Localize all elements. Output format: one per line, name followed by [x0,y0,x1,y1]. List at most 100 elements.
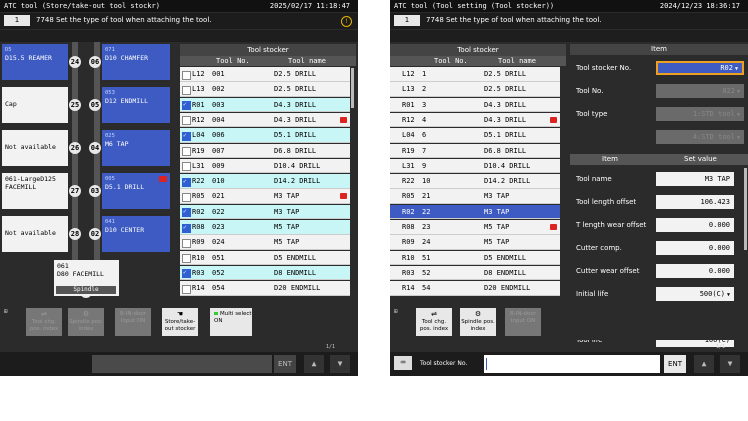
pot-number[interactable]: 27 [69,185,81,197]
menu-icon[interactable]: ⊞ [394,308,398,315]
table-row[interactable]: L31 009 D10.4 DRILL [180,158,350,174]
row-checkbox[interactable] [182,70,191,80]
pot-number[interactable]: 28 [69,228,81,240]
table-row[interactable]: R14 054 D20 ENDMILL [180,281,350,296]
table-row[interactable]: R12 4 D4.3 DRILL [390,112,560,128]
row-checkbox[interactable] [182,284,191,294]
store-takeout-stocker-button[interactable]: ☚ Store/take-out stocker [162,308,198,336]
table-row[interactable]: L31 9 D10.4 DRILL [390,158,560,174]
pot-number[interactable]: 24 [69,56,81,68]
row-checkbox[interactable] [182,266,191,281]
pot-number[interactable]: 06 [89,56,101,68]
input-field[interactable] [92,355,272,373]
magazine-tool-right[interactable]: 025 M6 TAP [102,130,170,166]
item-value-select[interactable]: 022 ▼ [656,84,744,98]
magazine-tool-right[interactable]: 005 D5.1 DRILL [102,173,170,209]
pot-number[interactable]: 03 [89,185,101,197]
pot-number[interactable]: 25 [69,99,81,111]
table-row[interactable]: R02 022 M3 TAP [180,204,350,220]
pot-number[interactable]: 04 [89,142,101,154]
arrow-up-icon[interactable]: ▲ [304,355,324,373]
arrow-down-icon[interactable]: ▼ [330,355,350,373]
table-row[interactable]: R05 021 M3 TAP [180,189,350,204]
setting-value-field[interactable]: 500(C) ▼ [656,287,734,301]
menu-icon[interactable]: ⊞ [4,308,8,315]
table-row[interactable]: L13 002 D2.5 DRILL [180,82,350,97]
pot-number[interactable]: 05 [89,99,101,111]
ent-button[interactable]: ENT [664,355,686,373]
table-row[interactable]: R10 051 D5 ENDMILL [180,250,350,266]
tool-chg-pos-index-button[interactable]: ⇌ Tool chg. pos. index [416,308,452,336]
table-row[interactable]: R01 3 D4.3 DRILL [390,97,560,113]
setting-value-field[interactable]: M3 TAP [656,172,734,186]
title-bar: ATC tool (Store/take-out tool stockr) 20… [0,0,358,12]
table-row[interactable]: R01 003 D4.3 DRILL [180,97,350,113]
table-row[interactable]: R22 010 D14.2 DRILL [180,174,350,189]
spindle-tool[interactable]: 061 D80 FACEMILL Spindle [54,260,119,296]
item-value-select[interactable]: R02 ▼ [656,61,744,75]
table-row[interactable]: L04 6 D5.1 DRILL [390,128,560,143]
table-row[interactable]: R12 004 D4.3 DRILL [180,112,350,128]
door-input-button[interactable]: B-IN-door Input ON [115,308,151,336]
pot-number[interactable]: 26 [69,142,81,154]
warning-icon[interactable]: ! [341,16,352,27]
table-row[interactable]: R02 22 M3 TAP [390,204,560,220]
table-row[interactable]: R10 51 D5 ENDMILL [390,250,560,266]
table-row[interactable]: R19 7 D6.8 DRILL [390,143,560,158]
pot-number[interactable]: 02 [89,228,101,240]
spindle-pos-index-button[interactable]: ⚙ Spindle pos. index [460,308,496,336]
table-row[interactable]: R09 024 M5 TAP [180,235,350,250]
table-row[interactable]: R03 052 D8 ENDMILL [180,265,350,281]
magazine-tool-right[interactable]: 071 D10 CHAMFER [102,44,170,80]
keyboard-icon[interactable]: ⌨ [394,356,412,370]
magazine-tool-left[interactable]: Not available [2,130,68,166]
multi-select-button[interactable]: Multi select ON [210,308,252,336]
setting-value-field[interactable]: 0.000 [656,241,734,255]
item-value-select[interactable]: 4:STD tool ▼ [656,130,744,144]
row-checkbox[interactable] [182,147,191,156]
magazine-tool-left[interactable]: Not available [2,216,68,252]
magazine-tool-left[interactable]: Cap [2,87,68,123]
tool-number: 4 [422,115,427,124]
table-row[interactable]: R09 24 M5 TAP [390,235,560,250]
row-checkbox[interactable] [182,175,191,189]
table-row[interactable]: L04 006 D5.1 DRILL [180,128,350,143]
spindle-pos-index-button[interactable]: ⚙ Spindle pos. index [68,308,104,336]
scrollbar[interactable] [744,168,747,250]
table-row[interactable]: R05 21 M3 TAP [390,189,560,204]
row-checkbox[interactable] [182,85,191,95]
scrollbar[interactable] [351,68,354,108]
row-checkbox[interactable] [182,221,191,235]
table-row[interactable]: L12 1 D2.5 DRILL [390,67,560,82]
magazine-tool-right[interactable]: 041 D10 CENTER [102,216,170,252]
tool-chg-pos-index-button[interactable]: ⇌ Tool chg. pos. index [26,308,62,336]
table-row[interactable]: R08 023 M5 TAP [180,220,350,235]
item-value-select[interactable]: 1:STD tool ▼ [656,107,744,121]
table-row[interactable]: R14 54 D20 ENDMILL [390,281,560,296]
table-row[interactable]: R03 52 D8 ENDMILL [390,265,560,281]
magazine-tool-right[interactable]: 053 D12 ENDMILL [102,87,170,123]
row-checkbox[interactable] [182,162,191,172]
table-row[interactable]: R08 23 M5 TAP [390,220,560,235]
table-row[interactable]: L13 2 D2.5 DRILL [390,82,560,97]
tool-stocker-no-input[interactable] [484,355,660,373]
setting-value-field[interactable]: 0.000 [656,218,734,232]
setting-value-field[interactable]: 106.423 [656,195,734,209]
table-row[interactable]: L12 001 D2.5 DRILL [180,67,350,82]
row-checkbox[interactable] [182,129,191,143]
arrow-up-icon[interactable]: ▲ [694,355,714,373]
row-checkbox[interactable] [182,192,191,202]
setting-value-field[interactable]: 0.000 [656,264,734,278]
row-checkbox[interactable] [182,238,191,248]
ent-button[interactable]: ENT [274,355,296,373]
row-checkbox[interactable] [182,205,191,220]
arrow-down-icon[interactable]: ▼ [720,355,740,373]
magazine-tool-left[interactable]: 061-LargeD125 FACEMILL [2,173,68,209]
table-row[interactable]: R22 10 D14.2 DRILL [390,174,560,189]
row-checkbox[interactable] [182,254,191,264]
table-row[interactable]: R19 007 D6.8 DRILL [180,143,350,158]
row-checkbox[interactable] [182,116,191,126]
magazine-tool-left[interactable]: D5 D15.5 REAMER [2,44,68,80]
row-checkbox[interactable] [182,98,191,113]
door-input-button[interactable]: B-IN-door Input ON [505,308,541,336]
